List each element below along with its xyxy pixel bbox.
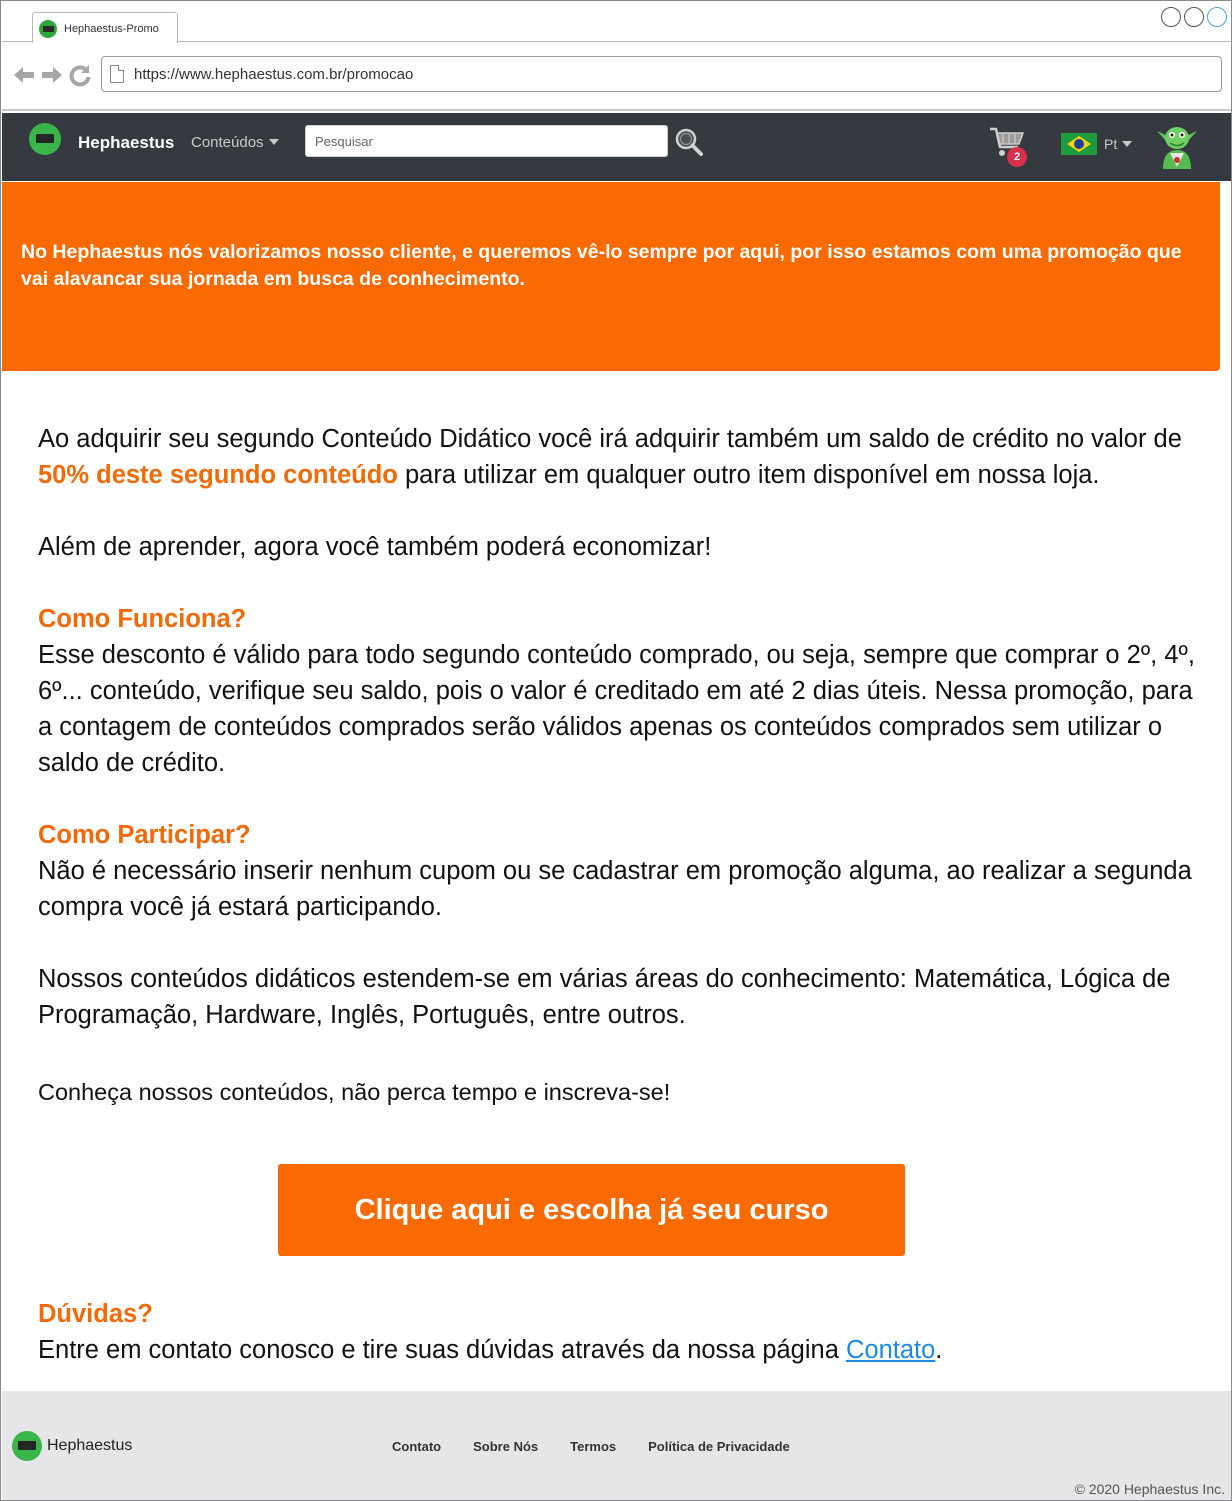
browser-window: Hephaestus-Promo https://www.hephaestus.… (0, 0, 1232, 1501)
window-controls (1161, 7, 1227, 27)
minimize-button[interactable] (1161, 7, 1181, 27)
faq-heading: Dúvidas? (38, 1300, 153, 1328)
footer-brand[interactable]: Hephaestus (47, 1437, 132, 1455)
intro-text-end: para utilizar em qualquer outro item dis… (397, 461, 1100, 489)
url-text[interactable]: https://www.hephaestus.com.br/promocao (134, 66, 413, 83)
language-selector[interactable]: Pt (1104, 136, 1133, 152)
browser-toolbar: https://www.hephaestus.com.br/promocao (2, 43, 1231, 111)
footer-link-privacidade[interactable]: Política de Privacidade (648, 1439, 790, 1454)
hephaestus-logo-icon[interactable] (29, 123, 61, 155)
faq-section: Dúvidas? Entre em contato conosco e tire… (38, 1296, 1208, 1368)
copyright: © 2020 Hephaestus Inc. (1074, 1481, 1225, 1497)
footer-link-sobre-nos[interactable]: Sobre Nós (473, 1439, 538, 1454)
contents-menu-label: Conteúdos (191, 134, 264, 151)
back-arrow-icon[interactable] (12, 63, 36, 92)
footer-link-termos[interactable]: Termos (570, 1439, 616, 1454)
tab-strip: Hephaestus-Promo (2, 2, 1231, 44)
contents-menu[interactable]: Conteúdos (191, 134, 279, 151)
hephaestus-logo-icon[interactable] (12, 1431, 42, 1461)
banner-text: No Hephaestus nós valorizamos nosso clie… (21, 241, 1182, 290)
browser-tab[interactable]: Hephaestus-Promo (32, 12, 178, 44)
close-button[interactable] (1207, 7, 1227, 27)
how-it-works-text: Esse desconto é válido para todo segundo… (38, 641, 1195, 777)
search-icon[interactable] (674, 127, 704, 157)
faq-text-start: Entre em contato conosco e tire suas dúv… (38, 1336, 846, 1364)
page-icon (110, 65, 124, 83)
address-bar[interactable]: https://www.hephaestus.com.br/promocao (101, 56, 1222, 92)
cart-button[interactable]: 2 (988, 125, 1028, 167)
main-content: Ao adquirir seu segundo Conteúdo Didátic… (38, 421, 1208, 1110)
intro-text-start: Ao adquirir seu segundo Conteúdo Didátic… (38, 425, 1182, 453)
faq-text: Entre em contato conosco e tire suas dúv… (38, 1332, 1208, 1368)
faq-text-end: . (935, 1336, 943, 1364)
cart-count-badge: 2 (1007, 147, 1027, 167)
footer-links: Contato Sobre Nós Termos Política de Pri… (392, 1439, 790, 1454)
cta-intro-text: Conheça nossos conteúdos, não perca temp… (38, 1079, 671, 1105)
footer-link-contato[interactable]: Contato (392, 1439, 441, 1454)
language-label: Pt (1104, 136, 1118, 152)
chevron-down-icon (268, 139, 279, 145)
maximize-button[interactable] (1184, 7, 1204, 27)
navigation-controls (12, 63, 92, 92)
intro-highlight: 50% deste segundo conteúdo (38, 461, 398, 489)
choose-course-button[interactable]: Clique aqui e escolha já seu curso (278, 1164, 905, 1256)
reload-icon[interactable] (68, 63, 92, 92)
forward-arrow-icon[interactable] (40, 63, 64, 92)
intro-paragraph: Ao adquirir seu segundo Conteúdo Didátic… (38, 421, 1208, 493)
how-to-join-heading: Como Participar? (38, 821, 251, 849)
contact-link[interactable]: Contato (846, 1336, 935, 1364)
areas-text: Nossos conteúdos didáticos estendem-se e… (38, 965, 1171, 1029)
chevron-down-icon (1122, 141, 1133, 147)
how-it-works-heading: Como Funciona? (38, 605, 247, 633)
hephaestus-logo-icon (39, 20, 57, 38)
search-input[interactable] (305, 125, 668, 157)
brand-name[interactable]: Hephaestus (78, 133, 174, 153)
how-to-join-text: Não é necessário inserir nenhum cupom ou… (38, 857, 1192, 921)
goblin-avatar-icon[interactable] (1154, 119, 1200, 171)
tab-title: Hephaestus-Promo (64, 23, 159, 35)
site-navbar: Hephaestus Conteúdos 2 Pt (2, 113, 1231, 181)
brazil-flag-icon[interactable] (1061, 133, 1097, 155)
site-footer: Hephaestus Contato Sobre Nós Termos Polí… (2, 1391, 1231, 1500)
save-line: Além de aprender, agora você também pode… (38, 533, 712, 561)
promo-banner: No Hephaestus nós valorizamos nosso clie… (2, 182, 1220, 371)
